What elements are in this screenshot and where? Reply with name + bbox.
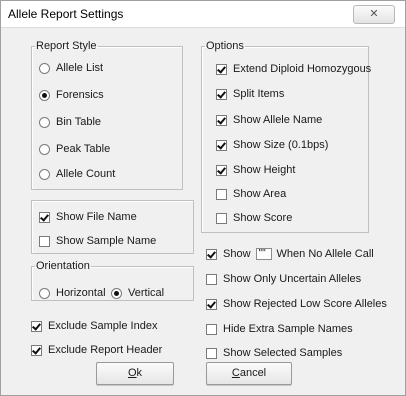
check-hide-extra-sample-names[interactable]: Hide Extra Sample Names — [206, 322, 353, 336]
radio-horizontal[interactable]: Horizontal — [39, 286, 106, 300]
window-title: Allele Report Settings — [8, 7, 124, 21]
options-legend: Options — [206, 40, 244, 52]
radio-peak-table[interactable]: Peak Table — [39, 142, 110, 156]
radio-allele-list[interactable]: Allele List — [39, 61, 103, 75]
check-extend-diploid[interactable]: Extend Diploid Homozygous — [216, 62, 371, 76]
check-show-area[interactable]: Show Area — [216, 187, 286, 201]
orientation-legend: Orientation — [36, 260, 90, 272]
cancel-mnemonic: C — [231, 367, 240, 379]
check-show-score[interactable]: Show Score — [216, 211, 292, 225]
check-exclude-sample-index[interactable]: Exclude Sample Index — [31, 319, 157, 333]
show-size-checkbox[interactable] — [216, 139, 227, 151]
radio-bin-table-label: Bin Table — [56, 116, 102, 128]
ok-mnemonic: O — [127, 367, 137, 379]
show-height-label: Show Height — [233, 164, 296, 176]
close-icon: ✕ — [369, 8, 379, 20]
extend-diploid-label: Extend Diploid Homozygous — [233, 63, 372, 75]
radio-allele-count-label: Allele Count — [56, 168, 116, 180]
check-show-sample-name[interactable]: Show Sample Name — [39, 234, 156, 248]
check-show-height[interactable]: Show Height — [216, 163, 295, 177]
allele-report-settings-dialog: Allele Report Settings ✕ Report Style Al… — [0, 0, 406, 396]
radio-forensics-button[interactable] — [39, 89, 50, 101]
show-selected-samples-label: Show Selected Samples — [223, 347, 343, 359]
radio-allele-list-label: Allele List — [56, 62, 104, 74]
radio-allele-count-button[interactable] — [39, 168, 50, 180]
ok-label-rest: k — [136, 367, 143, 379]
radio-horizontal-label: Horizontal — [56, 287, 106, 299]
radio-forensics[interactable]: Forensics — [39, 88, 104, 102]
cancel-label-rest: ancel — [239, 367, 267, 379]
check-show-no-allele-call[interactable]: Show "" When No Allele Call — [206, 247, 374, 261]
radio-horizontal-button[interactable] — [39, 287, 50, 299]
show-no-allele-call-prefix: Show — [223, 248, 251, 260]
show-score-checkbox[interactable] — [216, 212, 227, 224]
check-show-size[interactable]: Show Size (0.1bps) — [216, 138, 328, 152]
radio-bin-table[interactable]: Bin Table — [39, 115, 101, 129]
radio-peak-table-button[interactable] — [39, 143, 50, 155]
radio-vertical-button[interactable] — [111, 287, 122, 299]
check-show-selected-samples[interactable]: Show Selected Samples — [206, 346, 342, 360]
show-only-uncertain-label: Show Only Uncertain Alleles — [223, 273, 362, 285]
radio-allele-count[interactable]: Allele Count — [39, 167, 115, 181]
check-show-only-uncertain[interactable]: Show Only Uncertain Alleles — [206, 272, 361, 286]
check-show-file-name[interactable]: Show File Name — [39, 210, 137, 224]
show-area-checkbox[interactable] — [216, 188, 227, 200]
exclude-sample-index-checkbox[interactable] — [31, 320, 42, 332]
show-height-checkbox[interactable] — [216, 164, 227, 176]
extend-diploid-checkbox[interactable] — [216, 63, 227, 75]
show-file-name-checkbox[interactable] — [39, 211, 50, 223]
no-allele-call-text-field[interactable]: "" — [255, 248, 272, 260]
hide-extra-sample-names-label: Hide Extra Sample Names — [223, 323, 353, 335]
show-score-label: Show Score — [233, 212, 293, 224]
split-items-label: Split Items — [233, 88, 285, 100]
cancel-button[interactable]: Cancel — [206, 362, 292, 385]
radio-allele-list-button[interactable] — [39, 62, 50, 74]
exclude-sample-index-label: Exclude Sample Index — [48, 320, 158, 332]
show-rejected-low-score-label: Show Rejected Low Score Alleles — [223, 298, 387, 310]
split-items-checkbox[interactable] — [216, 88, 227, 100]
show-allele-name-label: Show Allele Name — [233, 114, 323, 126]
show-no-allele-call-suffix: When No Allele Call — [276, 248, 374, 260]
show-allele-name-checkbox[interactable] — [216, 114, 227, 126]
show-file-name-label: Show File Name — [56, 211, 137, 223]
exclude-report-header-checkbox[interactable] — [31, 344, 42, 356]
radio-forensics-label: Forensics — [56, 89, 104, 101]
show-sample-name-label: Show Sample Name — [56, 235, 157, 247]
radio-vertical-label: Vertical — [128, 287, 165, 299]
ok-button[interactable]: Ok — [96, 362, 174, 385]
show-sample-name-checkbox[interactable] — [39, 235, 50, 247]
show-no-allele-call-checkbox[interactable] — [206, 248, 217, 260]
show-size-label: Show Size (0.1bps) — [233, 139, 329, 151]
report-style-legend: Report Style — [36, 40, 97, 52]
hide-extra-sample-names-checkbox[interactable] — [206, 323, 217, 335]
show-only-uncertain-checkbox[interactable] — [206, 273, 217, 285]
check-split-items[interactable]: Split Items — [216, 87, 284, 101]
close-button[interactable]: ✕ — [353, 5, 395, 24]
check-show-allele-name[interactable]: Show Allele Name — [216, 113, 322, 127]
exclude-report-header-label: Exclude Report Header — [48, 344, 163, 356]
radio-peak-table-label: Peak Table — [56, 143, 111, 155]
show-area-label: Show Area — [233, 188, 287, 200]
check-show-rejected-low-score[interactable]: Show Rejected Low Score Alleles — [206, 297, 387, 311]
show-selected-samples-checkbox[interactable] — [206, 347, 217, 359]
check-exclude-report-header[interactable]: Exclude Report Header — [31, 343, 162, 357]
radio-bin-table-button[interactable] — [39, 116, 50, 128]
title-bar: Allele Report Settings ✕ — [1, 1, 405, 28]
show-rejected-low-score-checkbox[interactable] — [206, 298, 217, 310]
radio-vertical[interactable]: Vertical — [111, 286, 164, 300]
